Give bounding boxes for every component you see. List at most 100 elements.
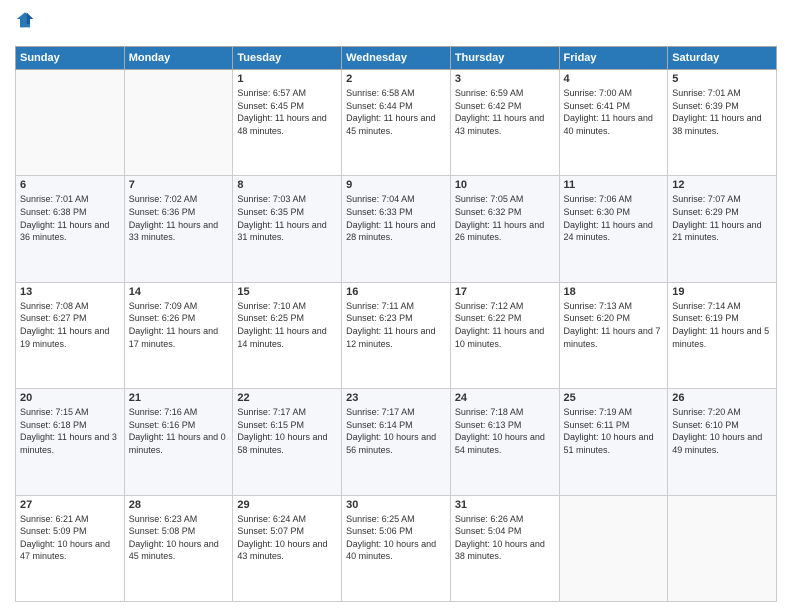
day-info: Sunrise: 6:25 AM Sunset: 5:06 PM Dayligh…	[346, 513, 446, 563]
calendar-day-header: Monday	[124, 47, 233, 70]
daylight-label: Daylight: 10 hours and 45 minutes.	[129, 539, 219, 562]
sunrise-label: Sunrise: 6:25 AM	[346, 514, 415, 524]
daylight-label: Daylight: 11 hours and 0 minutes.	[129, 432, 226, 455]
day-number: 20	[20, 392, 120, 404]
header	[15, 10, 777, 38]
calendar-cell: 2 Sunrise: 6:58 AM Sunset: 6:44 PM Dayli…	[342, 70, 451, 176]
calendar-cell: 31 Sunrise: 6:26 AM Sunset: 5:04 PM Dayl…	[450, 495, 559, 601]
sunrise-label: Sunrise: 7:19 AM	[564, 407, 633, 417]
sunset-label: Sunset: 6:14 PM	[346, 420, 413, 430]
day-number: 16	[346, 286, 446, 298]
calendar-cell: 11 Sunrise: 7:06 AM Sunset: 6:30 PM Dayl…	[559, 176, 668, 282]
calendar-cell: 4 Sunrise: 7:00 AM Sunset: 6:41 PM Dayli…	[559, 70, 668, 176]
calendar-day-header: Wednesday	[342, 47, 451, 70]
calendar-week-row: 27 Sunrise: 6:21 AM Sunset: 5:09 PM Dayl…	[16, 495, 777, 601]
day-number: 22	[237, 392, 337, 404]
sunset-label: Sunset: 6:19 PM	[672, 313, 739, 323]
sunset-label: Sunset: 6:27 PM	[20, 313, 87, 323]
calendar-cell: 1 Sunrise: 6:57 AM Sunset: 6:45 PM Dayli…	[233, 70, 342, 176]
page: SundayMondayTuesdayWednesdayThursdayFrid…	[0, 0, 792, 612]
sunset-label: Sunset: 6:45 PM	[237, 101, 304, 111]
day-info: Sunrise: 7:17 AM Sunset: 6:15 PM Dayligh…	[237, 406, 337, 456]
sunrise-label: Sunrise: 6:26 AM	[455, 514, 524, 524]
daylight-label: Daylight: 10 hours and 43 minutes.	[237, 539, 327, 562]
day-number: 7	[129, 179, 229, 191]
sunset-label: Sunset: 6:10 PM	[672, 420, 739, 430]
day-number: 21	[129, 392, 229, 404]
day-info: Sunrise: 7:16 AM Sunset: 6:16 PM Dayligh…	[129, 406, 229, 456]
daylight-label: Daylight: 11 hours and 28 minutes.	[346, 220, 435, 243]
day-number: 25	[564, 392, 664, 404]
sunrise-label: Sunrise: 7:10 AM	[237, 301, 306, 311]
day-number: 5	[672, 73, 772, 85]
calendar-cell: 17 Sunrise: 7:12 AM Sunset: 6:22 PM Dayl…	[450, 282, 559, 388]
calendar-cell	[559, 495, 668, 601]
daylight-label: Daylight: 11 hours and 31 minutes.	[237, 220, 326, 243]
day-number: 23	[346, 392, 446, 404]
sunset-label: Sunset: 6:32 PM	[455, 207, 522, 217]
sunrise-label: Sunrise: 7:09 AM	[129, 301, 198, 311]
sunrise-label: Sunrise: 7:07 AM	[672, 194, 741, 204]
day-info: Sunrise: 7:20 AM Sunset: 6:10 PM Dayligh…	[672, 406, 772, 456]
calendar-cell: 23 Sunrise: 7:17 AM Sunset: 6:14 PM Dayl…	[342, 389, 451, 495]
day-number: 14	[129, 286, 229, 298]
sunset-label: Sunset: 6:33 PM	[346, 207, 413, 217]
sunrise-label: Sunrise: 7:03 AM	[237, 194, 306, 204]
sunrise-label: Sunrise: 7:04 AM	[346, 194, 415, 204]
daylight-label: Daylight: 11 hours and 26 minutes.	[455, 220, 544, 243]
sunrise-label: Sunrise: 7:20 AM	[672, 407, 741, 417]
day-number: 15	[237, 286, 337, 298]
day-number: 10	[455, 179, 555, 191]
day-number: 6	[20, 179, 120, 191]
calendar-day-header: Saturday	[668, 47, 777, 70]
daylight-label: Daylight: 11 hours and 33 minutes.	[129, 220, 218, 243]
day-number: 29	[237, 499, 337, 511]
day-info: Sunrise: 7:13 AM Sunset: 6:20 PM Dayligh…	[564, 300, 664, 350]
sunset-label: Sunset: 6:23 PM	[346, 313, 413, 323]
sunrise-label: Sunrise: 6:58 AM	[346, 88, 415, 98]
sunset-label: Sunset: 6:41 PM	[564, 101, 631, 111]
sunrise-label: Sunrise: 7:05 AM	[455, 194, 524, 204]
day-number: 30	[346, 499, 446, 511]
sunrise-label: Sunrise: 6:59 AM	[455, 88, 524, 98]
sunset-label: Sunset: 6:11 PM	[564, 420, 630, 430]
sunset-label: Sunset: 6:25 PM	[237, 313, 304, 323]
calendar-cell: 24 Sunrise: 7:18 AM Sunset: 6:13 PM Dayl…	[450, 389, 559, 495]
calendar-header-row: SundayMondayTuesdayWednesdayThursdayFrid…	[16, 47, 777, 70]
calendar-cell	[124, 70, 233, 176]
calendar-day-header: Friday	[559, 47, 668, 70]
calendar-cell: 9 Sunrise: 7:04 AM Sunset: 6:33 PM Dayli…	[342, 176, 451, 282]
calendar-cell: 5 Sunrise: 7:01 AM Sunset: 6:39 PM Dayli…	[668, 70, 777, 176]
calendar-cell: 13 Sunrise: 7:08 AM Sunset: 6:27 PM Dayl…	[16, 282, 125, 388]
calendar-week-row: 13 Sunrise: 7:08 AM Sunset: 6:27 PM Dayl…	[16, 282, 777, 388]
sunset-label: Sunset: 6:18 PM	[20, 420, 87, 430]
sunset-label: Sunset: 5:09 PM	[20, 526, 87, 536]
sunrise-label: Sunrise: 6:21 AM	[20, 514, 89, 524]
calendar-cell: 26 Sunrise: 7:20 AM Sunset: 6:10 PM Dayl…	[668, 389, 777, 495]
day-info: Sunrise: 6:24 AM Sunset: 5:07 PM Dayligh…	[237, 513, 337, 563]
calendar-cell: 20 Sunrise: 7:15 AM Sunset: 6:18 PM Dayl…	[16, 389, 125, 495]
day-info: Sunrise: 7:18 AM Sunset: 6:13 PM Dayligh…	[455, 406, 555, 456]
day-info: Sunrise: 7:12 AM Sunset: 6:22 PM Dayligh…	[455, 300, 555, 350]
sunset-label: Sunset: 6:30 PM	[564, 207, 631, 217]
daylight-label: Daylight: 11 hours and 7 minutes.	[564, 326, 661, 349]
calendar-cell: 7 Sunrise: 7:02 AM Sunset: 6:36 PM Dayli…	[124, 176, 233, 282]
calendar-cell: 15 Sunrise: 7:10 AM Sunset: 6:25 PM Dayl…	[233, 282, 342, 388]
day-info: Sunrise: 7:15 AM Sunset: 6:18 PM Dayligh…	[20, 406, 120, 456]
calendar-cell: 6 Sunrise: 7:01 AM Sunset: 6:38 PM Dayli…	[16, 176, 125, 282]
day-info: Sunrise: 7:09 AM Sunset: 6:26 PM Dayligh…	[129, 300, 229, 350]
daylight-label: Daylight: 11 hours and 19 minutes.	[20, 326, 109, 349]
sunrise-label: Sunrise: 7:16 AM	[129, 407, 198, 417]
day-info: Sunrise: 7:14 AM Sunset: 6:19 PM Dayligh…	[672, 300, 772, 350]
day-info: Sunrise: 6:21 AM Sunset: 5:09 PM Dayligh…	[20, 513, 120, 563]
sunrise-label: Sunrise: 7:14 AM	[672, 301, 741, 311]
sunset-label: Sunset: 5:08 PM	[129, 526, 196, 536]
logo	[15, 10, 37, 38]
day-info: Sunrise: 7:01 AM Sunset: 6:38 PM Dayligh…	[20, 193, 120, 243]
daylight-label: Daylight: 11 hours and 21 minutes.	[672, 220, 761, 243]
sunset-label: Sunset: 6:16 PM	[129, 420, 196, 430]
daylight-label: Daylight: 10 hours and 40 minutes.	[346, 539, 436, 562]
daylight-label: Daylight: 11 hours and 40 minutes.	[564, 113, 653, 136]
day-info: Sunrise: 7:19 AM Sunset: 6:11 PM Dayligh…	[564, 406, 664, 456]
calendar-cell: 18 Sunrise: 7:13 AM Sunset: 6:20 PM Dayl…	[559, 282, 668, 388]
